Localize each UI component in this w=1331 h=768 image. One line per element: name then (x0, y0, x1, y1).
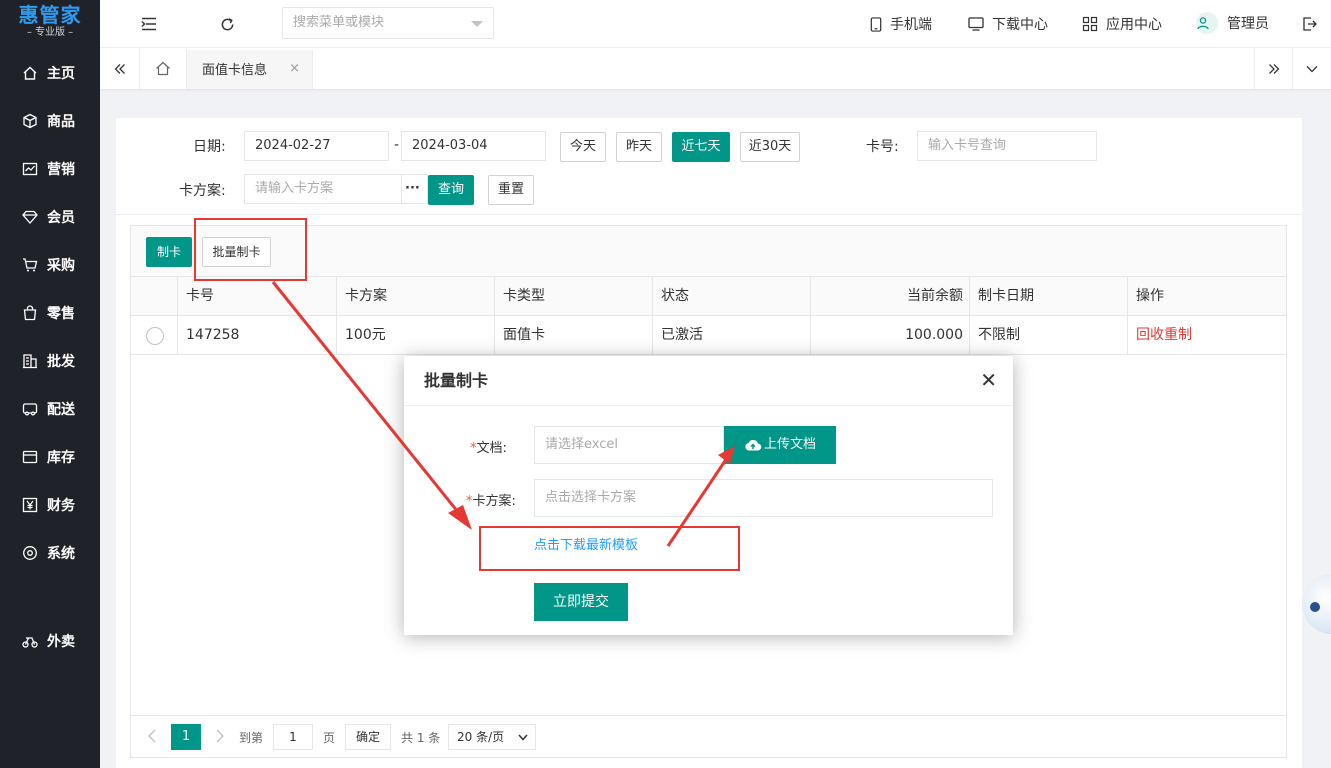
annotation-arrow-down (271, 281, 468, 523)
annotation-arrow-up (666, 457, 729, 547)
annotation-arrows (271, 281, 735, 547)
annotation-arrow-head (718, 446, 735, 464)
annotation-arrow-head (448, 505, 472, 530)
